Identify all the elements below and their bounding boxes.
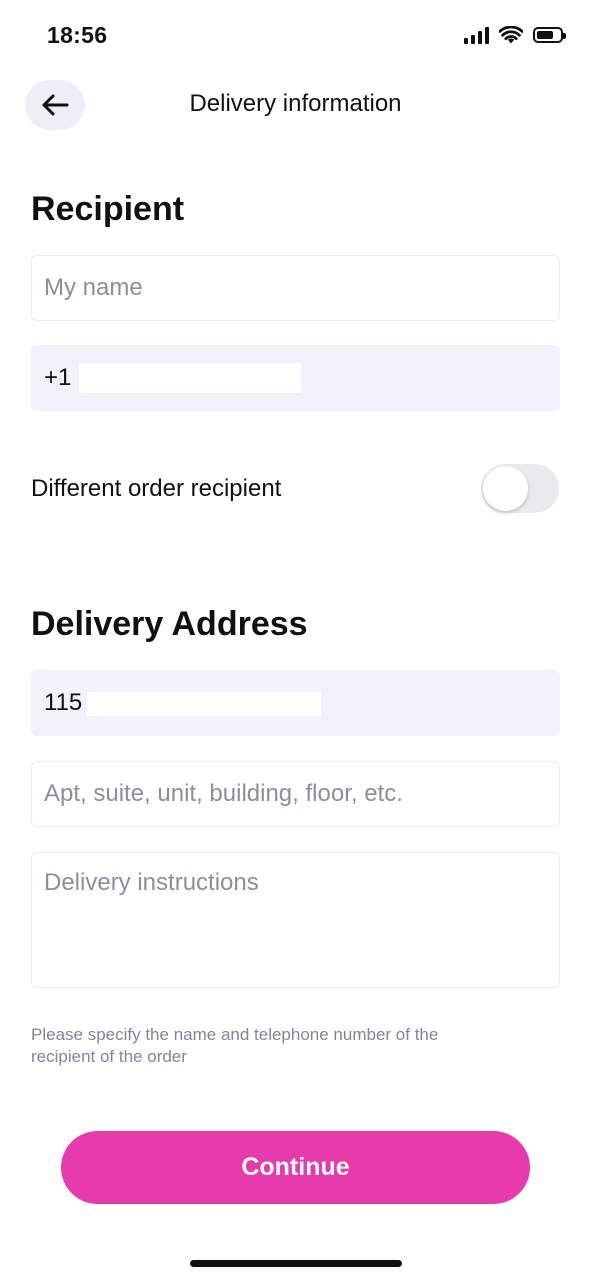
name-field[interactable] — [31, 255, 560, 321]
cellular-signal-icon — [464, 26, 489, 44]
street-address-value: 115 — [44, 689, 83, 716]
street-address-field[interactable]: 115 — [31, 670, 560, 736]
recipient-hint-text: Please specify the name and telephone nu… — [31, 1025, 439, 1066]
recipient-section-title: Recipient — [31, 190, 185, 228]
delivery-instructions-input[interactable] — [32, 853, 559, 987]
different-recipient-toggle[interactable] — [481, 464, 559, 513]
status-icons — [464, 26, 566, 44]
delivery-instructions-field[interactable] — [31, 852, 560, 988]
apt-suite-input[interactable] — [32, 762, 559, 826]
wifi-icon — [499, 26, 523, 44]
delivery-address-section-title: Delivery Address — [31, 605, 308, 643]
name-input[interactable] — [32, 256, 559, 320]
status-time: 18:56 — [47, 22, 108, 48]
phone-prefix: +1 — [44, 364, 72, 391]
toggle-knob — [483, 466, 528, 511]
battery-icon — [533, 27, 566, 43]
apt-suite-field[interactable] — [31, 761, 560, 827]
phone-field[interactable]: +1 — [31, 345, 560, 411]
street-address-redacted — [87, 692, 321, 716]
continue-button[interactable]: Continue — [61, 1131, 530, 1204]
home-indicator — [190, 1260, 402, 1267]
different-recipient-label: Different order recipient — [31, 475, 282, 502]
page-title: Delivery information — [189, 90, 402, 117]
phone-redacted — [79, 363, 301, 393]
